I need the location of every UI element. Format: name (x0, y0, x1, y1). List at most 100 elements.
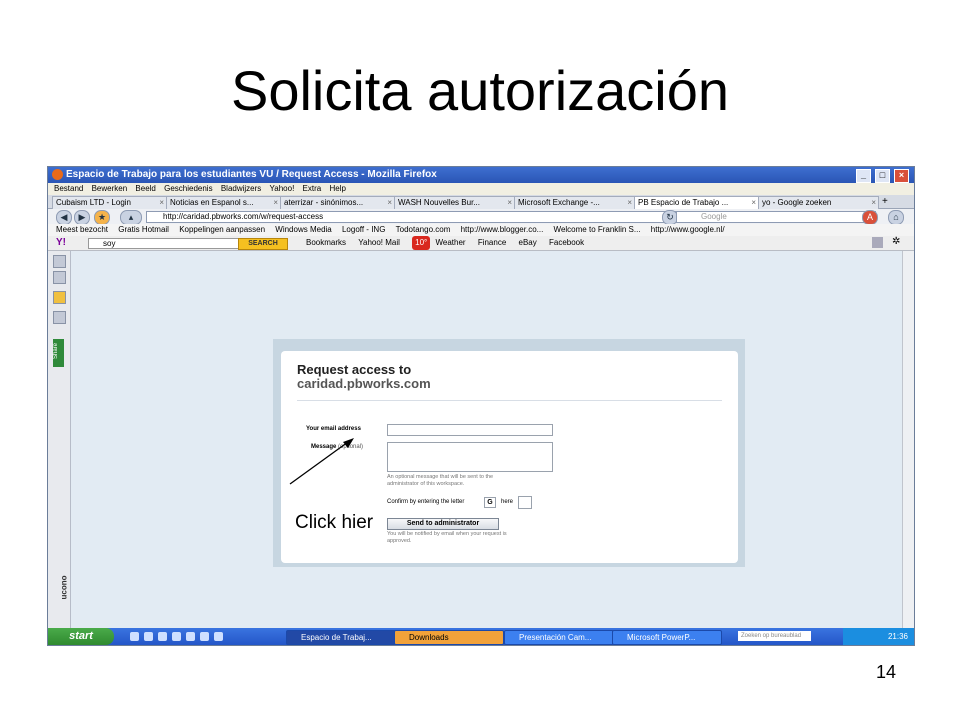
tab-bar: Cubaism LTD - Login × Noticias en Espanol… (48, 195, 914, 209)
tab-close-icon[interactable]: × (387, 197, 392, 209)
bookmark-item[interactable]: Logoff - ING (342, 224, 385, 236)
divider (297, 400, 722, 401)
system-tray: 21:36 (843, 628, 914, 645)
message-label: Message (optional) (311, 444, 364, 450)
tab-label: Cubaism LTD - Login (56, 198, 131, 207)
confirm-label: Confirm by entering the letter (387, 499, 465, 505)
bookmark-item[interactable]: Todotango.com (396, 224, 451, 236)
start-button[interactable]: start (48, 628, 114, 645)
url-bar[interactable]: http://caridad.pbworks.com/w/request-acc… (146, 211, 676, 223)
tab-noticias[interactable]: Noticias en Espanol s... × (166, 196, 281, 209)
request-heading-line2: caridad.pbworks.com (297, 376, 431, 391)
bookmark-item[interactable]: Welcome to Franklin S... (554, 224, 641, 236)
bookmark-item[interactable]: Windows Media (275, 224, 331, 236)
quicklaunch-icon[interactable] (200, 632, 209, 641)
bookmark-item[interactable]: http://www.google.nl/ (651, 224, 725, 236)
yahoo-bookmarks[interactable]: Bookmarks (306, 236, 346, 250)
desktop-search-input[interactable]: Zoeken op bureaublad (738, 631, 811, 641)
bookmarks-bar: Meest bezocht Gratis Hotmail Koppelingen… (48, 224, 914, 236)
search-box[interactable]: Google (676, 211, 876, 223)
forward-icon[interactable]: ▶ (74, 210, 90, 225)
new-tab-icon[interactable]: + (882, 196, 888, 207)
minimize-icon[interactable]: _ (856, 169, 871, 183)
menu-item-bladwijzers[interactable]: Bladwijzers (221, 183, 261, 195)
history-dropdown-icon[interactable]: ▴ (120, 210, 142, 225)
yahoo-weather[interactable]: Weather (435, 236, 465, 250)
quicklaunch-icon[interactable] (144, 632, 153, 641)
quicklaunch-icon[interactable] (214, 632, 223, 641)
menu-item-bestand[interactable]: Bestand (54, 183, 83, 195)
vertical-scrollbar[interactable] (902, 251, 914, 635)
tab-aterrizar[interactable]: aterrizar - sinónimos... × (280, 196, 395, 209)
tab-exchange[interactable]: Microsoft Exchange -... × (514, 196, 635, 209)
yahoo-search-button[interactable]: SEARCH (238, 238, 288, 250)
taskbar-item-powerpoint[interactable]: Microsoft PowerP... (612, 630, 722, 645)
sidebar-panel-icon[interactable] (53, 311, 66, 324)
menu-item-extra[interactable]: Extra (303, 183, 322, 195)
quicklaunch-icon[interactable] (172, 632, 181, 641)
quicklaunch-icon[interactable] (186, 632, 195, 641)
left-sidebar: Share ucono (48, 251, 71, 635)
clock: 21:36 (887, 632, 908, 641)
menu-bar: Bestand Bewerken Beeld Geschiedenis Blad… (48, 183, 914, 195)
yahoo-ebay[interactable]: eBay (519, 236, 537, 250)
send-to-administrator-button[interactable]: Send to administrator (387, 518, 499, 530)
toolbar-menu-icon[interactable] (872, 237, 883, 248)
bookmark-item[interactable]: http://www.blogger.co... (461, 224, 544, 236)
tab-espacio-active[interactable]: PB Espacio de Trabajo ... × (634, 196, 759, 209)
bookmark-item[interactable]: Gratis Hotmail (118, 224, 169, 236)
taskbar-item-presentacion[interactable]: Presentación Cam... (504, 630, 614, 645)
tab-close-icon[interactable]: × (627, 197, 632, 209)
quicklaunch-icon[interactable] (158, 632, 167, 641)
menu-item-geschiedenis[interactable]: Geschiedenis (164, 183, 212, 195)
share-button[interactable]: Share (53, 339, 64, 367)
email-field[interactable] (387, 424, 553, 436)
message-hint: An optional message that will be sent to… (387, 474, 494, 487)
taskbar-item-downloads[interactable]: Downloads (394, 630, 504, 645)
slide-title: Solicita autorización (230, 59, 730, 122)
menu-item-bewerken[interactable]: Bewerken (92, 183, 128, 195)
yahoo-finance[interactable]: Finance (478, 236, 506, 250)
yahoo-weather-badge: 10° (412, 236, 431, 250)
tab-label: PB Espacio de Trabajo ... (638, 198, 729, 207)
home-icon[interactable]: ⌂ (888, 210, 904, 225)
tab-close-icon[interactable]: × (871, 197, 876, 209)
page-content: Request access to caridad.pbworks.com Yo… (71, 251, 902, 635)
yahoo-facebook[interactable]: Facebook (549, 236, 584, 250)
settings-gear-icon[interactable]: ✲ (892, 236, 900, 247)
tab-label: Noticias en Espanol s... (170, 198, 254, 207)
close-icon[interactable]: × (894, 169, 909, 183)
tab-google[interactable]: yo - Google zoeken × (758, 196, 879, 209)
url-text: http://caridad.pbworks.com/w/request-acc… (163, 212, 324, 221)
share-label: Share (53, 342, 60, 360)
tab-close-icon[interactable]: × (273, 197, 278, 209)
sidebar-star-icon[interactable] (53, 291, 66, 304)
bookmark-item[interactable]: Meest bezocht (56, 224, 108, 236)
tab-close-icon[interactable]: × (507, 197, 512, 209)
home-menu-icon[interactable]: ★ (94, 210, 110, 225)
abp-icon[interactable]: A (862, 210, 878, 225)
taskbar-item-firefox[interactable]: Espacio de Trabaj... (286, 630, 396, 645)
message-textarea[interactable] (387, 442, 553, 472)
tab-wash[interactable]: WASH Nouvelles Bur... × (394, 196, 515, 209)
menu-item-yahoo[interactable]: Yahoo! (270, 183, 295, 195)
yahoo-logo[interactable]: Y! (56, 237, 66, 248)
bookmark-item[interactable]: Koppelingen aanpassen (179, 224, 265, 236)
tab-cubaism[interactable]: Cubaism LTD - Login × (52, 196, 167, 209)
email-label: Your email address (306, 426, 361, 432)
tab-close-icon[interactable]: × (159, 197, 164, 209)
window-titlebar[interactable]: Espacio de Trabajo para los estudiantes … (48, 167, 914, 183)
sidebar-expand-icon[interactable] (53, 255, 66, 268)
firefox-icon (52, 169, 63, 180)
yahoo-mail[interactable]: Yahoo! Mail (358, 236, 400, 250)
sidebar-tool-icon[interactable] (53, 271, 66, 284)
maximize-icon[interactable]: □ (875, 169, 890, 183)
quicklaunch-icon[interactable] (130, 632, 139, 641)
menu-item-beeld[interactable]: Beeld (135, 183, 155, 195)
captcha-input[interactable] (518, 496, 532, 509)
menu-item-help[interactable]: Help (329, 183, 345, 195)
back-icon[interactable]: ◀ (56, 210, 72, 225)
window-title: Espacio de Trabajo para los estudiantes … (66, 169, 437, 180)
tab-close-icon[interactable]: × (751, 197, 756, 209)
yahoo-search-input[interactable]: soy (88, 238, 244, 249)
